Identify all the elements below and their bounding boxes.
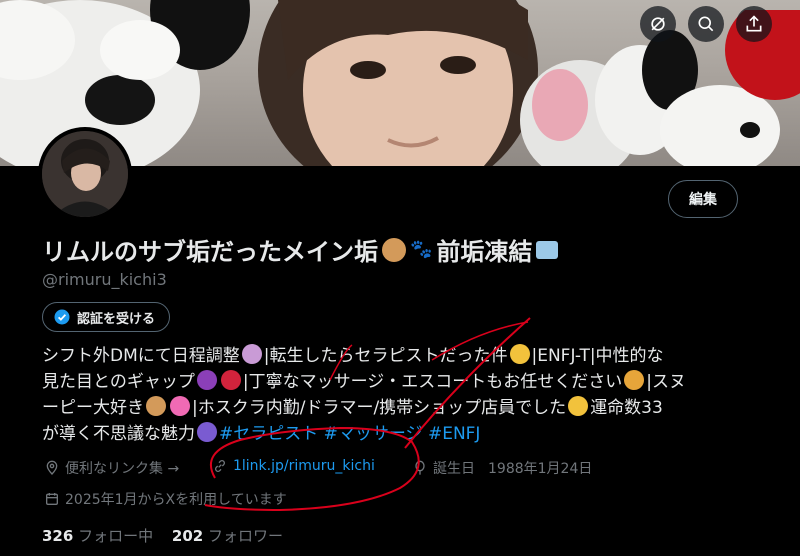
bio-text: |丁寧なマッサージ・エスコートもお任せください bbox=[242, 372, 623, 392]
birthday-item: 誕生日 1988年1月24日 bbox=[412, 458, 592, 478]
share-icon bbox=[746, 15, 762, 32]
banner-plush-left bbox=[0, 0, 250, 166]
location-text: 便利なリンク集 → bbox=[65, 461, 180, 477]
banner-photo-face bbox=[258, 0, 538, 166]
get-verified-button[interactable]: 認証を受ける bbox=[42, 302, 171, 332]
bio-text: |転生したらセラピストだった件 bbox=[263, 346, 508, 366]
follow-stats: 326 フォロー中 202 フォロワー bbox=[42, 525, 283, 546]
followers-count: 202 bbox=[171, 527, 204, 545]
bio-text: ーピー大好き bbox=[42, 398, 144, 418]
search-icon bbox=[698, 16, 714, 32]
get-verified-label: 認証を受ける bbox=[77, 311, 156, 327]
bio: シフト外DMにて日程調整 |転生したらセラピストだった件 |ENFJ-T|中性的な … bbox=[42, 343, 742, 447]
birthday-label: 誕生日 bbox=[433, 461, 475, 477]
lips-emoji-icon bbox=[220, 370, 241, 390]
followers-label: フォロワー bbox=[207, 527, 283, 545]
halo-face-emoji-icon bbox=[509, 344, 530, 364]
location-icon bbox=[46, 460, 58, 475]
flushed-face-emoji-icon bbox=[568, 396, 589, 416]
edit-profile-button[interactable]: 編集 bbox=[668, 180, 738, 218]
balloon-icon bbox=[415, 460, 425, 475]
joined-text: 2025年1月からXを利用しています bbox=[65, 492, 287, 508]
display-name-suffix: 前垢凍結 bbox=[436, 238, 533, 266]
handshake-emoji-icon bbox=[624, 370, 645, 390]
devil-emoji-icon bbox=[196, 370, 217, 390]
ice-emoji-icon bbox=[536, 240, 559, 259]
following-label: フォロー中 bbox=[78, 527, 154, 545]
person-emoji-icon bbox=[241, 344, 262, 364]
bio-text: が導く不思議な魅力 bbox=[42, 424, 195, 444]
paw-emoji-icon: 🐾 bbox=[410, 239, 433, 260]
following-count: 326 bbox=[42, 527, 74, 545]
website-item[interactable]: 1link.jp/rimuru_kichi bbox=[212, 458, 375, 474]
profile-banner[interactable] bbox=[0, 0, 800, 166]
link-icon bbox=[215, 460, 225, 472]
bio-line-3: ーピー大好き |ホスクラ内勤/ドラマー/携帯ショップ店員でした 運命数33 bbox=[42, 395, 742, 421]
no-link-button[interactable] bbox=[640, 6, 676, 42]
bio-line-2: 見た目とのギャップ |丁寧なマッサージ・エスコートもお任せください |スヌ bbox=[42, 369, 742, 395]
bio-text: 運命数33 bbox=[590, 398, 663, 418]
bio-text: |ホスクラ内勤/ドラマー/携帯ショップ店員でした bbox=[192, 398, 567, 418]
dog-emoji-icon bbox=[382, 237, 406, 262]
bio-text: |スヌ bbox=[646, 372, 686, 392]
crystal-ball-emoji-icon bbox=[197, 422, 217, 442]
birthday-date: 1988年1月24日 bbox=[488, 461, 593, 477]
display-name: リムルのサブ垢だったメイン垢 🐾 前垢凍結 bbox=[42, 232, 559, 267]
bio-text: 見た目とのギャップ bbox=[42, 372, 195, 392]
avatar[interactable] bbox=[38, 127, 132, 221]
bio-line-1: シフト外DMにて日程調整 |転生したらセラピストだった件 |ENFJ-T|中性的な bbox=[42, 343, 742, 369]
no-link-icon bbox=[651, 17, 665, 31]
search-button[interactable] bbox=[688, 6, 724, 42]
joined-item: 2025年1月からXを利用しています bbox=[44, 489, 287, 509]
bio-line-4: が導く不思議な魅力 #セラピスト #マッサージ #ENFJ bbox=[42, 421, 742, 447]
verified-badge-icon bbox=[54, 309, 70, 325]
location-item: 便利なリンク集 → bbox=[44, 458, 179, 478]
display-name-text: リムルのサブ垢だったメイン垢 bbox=[42, 238, 378, 266]
bio-hashtags[interactable]: #セラピスト #マッサージ #ENFJ bbox=[219, 424, 480, 444]
followers-link[interactable]: 202 フォロワー bbox=[172, 527, 283, 545]
avatar-photo bbox=[42, 131, 128, 217]
bio-text: シフト外DMにて日程調整 bbox=[42, 346, 240, 366]
hearts-emoji-icon bbox=[170, 396, 190, 416]
website-link[interactable]: 1link.jp/rimuru_kichi bbox=[233, 458, 375, 474]
calendar-icon bbox=[46, 493, 58, 505]
handle: @rimuru_kichi3 bbox=[42, 270, 167, 289]
bio-text: |ENFJ-T|中性的な bbox=[531, 346, 664, 366]
following-link[interactable]: 326 フォロー中 bbox=[42, 527, 153, 545]
dog-emoji-icon bbox=[146, 396, 166, 416]
share-button[interactable] bbox=[736, 6, 772, 42]
